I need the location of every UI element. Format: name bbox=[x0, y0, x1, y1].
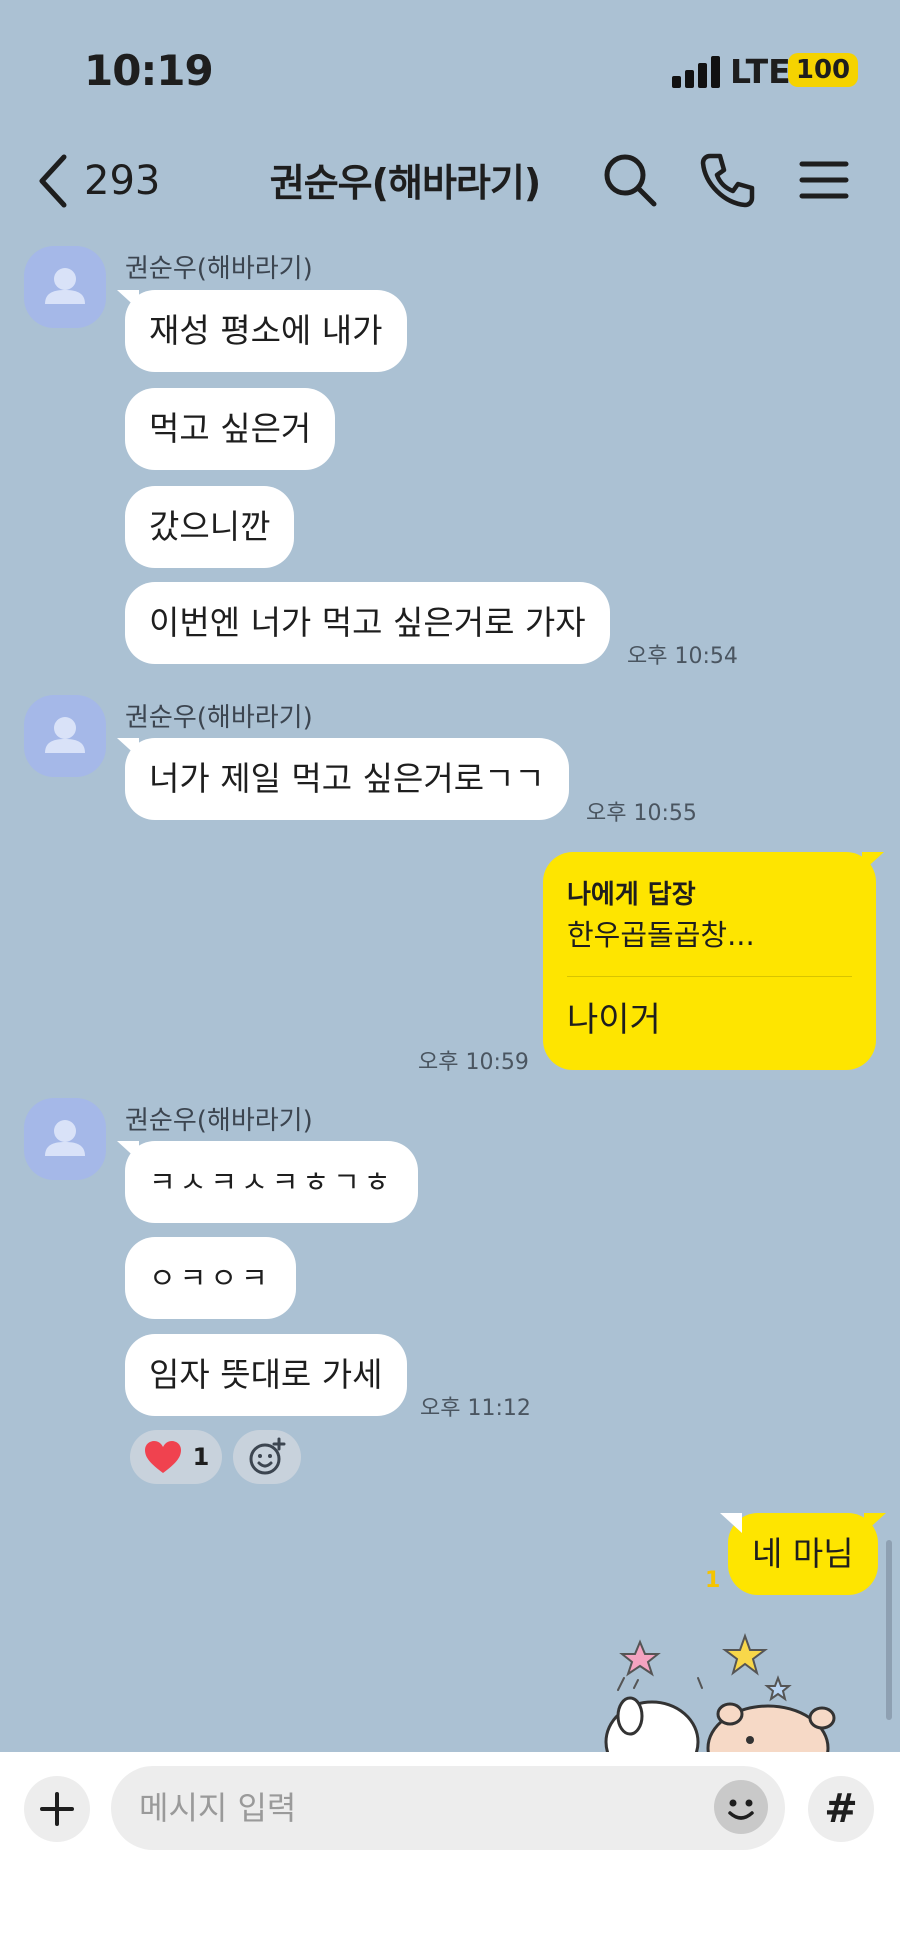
search-icon bbox=[604, 154, 657, 207]
reply-message-bubble[interactable]: 나에게 답장 한우곱돌곱창... 나이거 bbox=[543, 852, 884, 1070]
default-profile-icon bbox=[45, 717, 85, 753]
message-input-bar: # bbox=[0, 1752, 900, 1949]
avatar[interactable] bbox=[24, 246, 106, 328]
chevron-left-icon bbox=[39, 154, 67, 208]
add-emoji-icon bbox=[249, 1437, 286, 1475]
status-time: 10:19 bbox=[84, 46, 214, 95]
carrier-label: LTE bbox=[730, 52, 791, 91]
message-bubble[interactable]: ㅋㅅㅋㅅㅋㅎㄱㅎ bbox=[116, 1141, 419, 1223]
smiley-icon bbox=[714, 1780, 768, 1834]
search-button[interactable] bbox=[598, 148, 662, 212]
avatar[interactable] bbox=[24, 695, 106, 777]
emoticon-button[interactable] bbox=[712, 1778, 770, 1836]
sender-name: 권순우(해바라기) bbox=[125, 703, 313, 733]
reaction-count: 1 bbox=[192, 1443, 210, 1471]
plus-icon bbox=[40, 1792, 74, 1826]
heart-icon bbox=[144, 1441, 181, 1473]
sticker-image[interactable] bbox=[590, 1630, 850, 1752]
back-button[interactable]: 293 bbox=[36, 146, 160, 216]
unread-count: 1 bbox=[705, 1568, 721, 1593]
call-button[interactable] bbox=[696, 148, 760, 212]
message-bubble[interactable]: 이번엔 너가 먹고 싶은거로 가자 bbox=[125, 582, 610, 664]
message-bubble[interactable]: 재성 평소에 내가 bbox=[117, 290, 407, 372]
heart-reaction[interactable]: 1 bbox=[130, 1430, 222, 1484]
divider bbox=[567, 976, 852, 977]
scrollbar[interactable] bbox=[886, 1540, 892, 1720]
add-reaction-button[interactable] bbox=[233, 1430, 301, 1484]
menu-button[interactable] bbox=[792, 148, 856, 212]
phone-icon bbox=[700, 153, 755, 208]
message-bubble[interactable]: 먹고 싶은거 bbox=[125, 388, 336, 470]
signal-icon bbox=[672, 56, 724, 88]
message-time: 오후 10:59 bbox=[418, 1050, 529, 1075]
message-bubble[interactable]: 임자 뜻대로 가세 bbox=[125, 1334, 407, 1416]
sender-name: 권순우(해바라기) bbox=[125, 1106, 313, 1136]
hashtag-button[interactable]: # bbox=[808, 1776, 874, 1842]
unread-chats-count: 293 bbox=[84, 158, 161, 204]
message-time: 오후 10:55 bbox=[586, 801, 697, 826]
chat-title: 권순우(해바라기) bbox=[269, 161, 541, 205]
menu-icon bbox=[799, 161, 849, 199]
status-bar: 10:19 LTE 100 bbox=[0, 0, 900, 140]
avatar[interactable] bbox=[24, 1098, 106, 1180]
quoted-message[interactable]: 한우곱돌곱창... bbox=[567, 912, 755, 954]
battery-indicator: 100 bbox=[788, 53, 858, 87]
chat-header: 293 권순우(해바라기) bbox=[0, 140, 900, 250]
message-bubble[interactable]: 갔으니깐 bbox=[125, 486, 295, 568]
message-bubble[interactable]: ㅇㅋㅇㅋ bbox=[125, 1237, 296, 1319]
sender-name: 권순우(해바라기) bbox=[125, 254, 313, 284]
message-bubble[interactable]: 너가 제일 먹고 싶은거로ㄱㄱ bbox=[117, 738, 569, 820]
attach-button[interactable] bbox=[24, 1776, 90, 1842]
default-profile-icon bbox=[45, 1120, 85, 1156]
my-message-bubble[interactable]: 네 마님 bbox=[720, 1513, 886, 1595]
message-input[interactable] bbox=[111, 1766, 785, 1850]
message-time: 오후 10:54 bbox=[627, 644, 738, 669]
default-profile-icon bbox=[45, 268, 85, 304]
reply-text: 나이거 bbox=[567, 1000, 661, 1040]
message-time: 오후 11:12 bbox=[420, 1396, 531, 1421]
reply-target-label: 나에게 답장 bbox=[567, 880, 696, 910]
